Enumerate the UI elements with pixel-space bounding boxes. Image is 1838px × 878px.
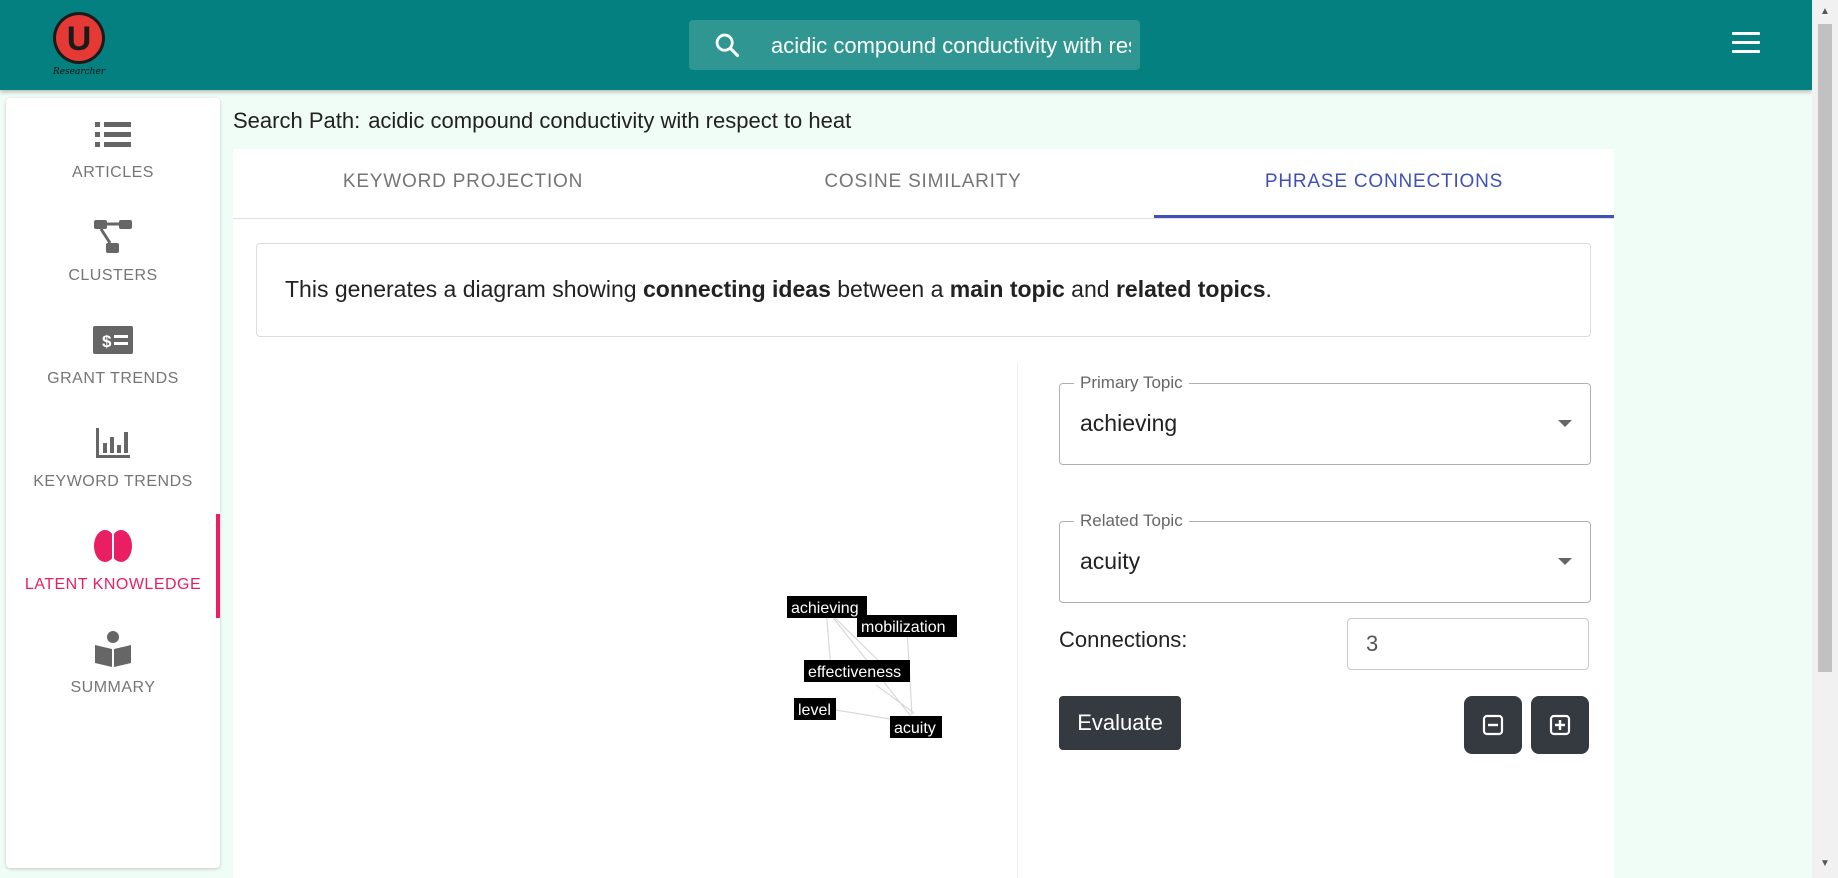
description-text: This generates a diagram showing connect… — [285, 276, 1272, 302]
sidebar-item-label: CLUSTERS — [68, 267, 158, 284]
dropdown-caret-icon[interactable] — [1558, 558, 1572, 565]
svg-text:$: $ — [102, 332, 112, 351]
sidebar-item-label: KEYWORD TRENDS — [33, 473, 193, 490]
connections-input[interactable] — [1347, 618, 1589, 670]
sidebar-nav: ARTICLES CLUSTERS $ GRANT TRENDS KEYWORD… — [6, 98, 220, 868]
active-indicator — [216, 514, 220, 618]
description-card: This generates a diagram showing connect… — [256, 243, 1591, 337]
sidebar-item-label: ARTICLES — [72, 164, 154, 181]
node-effectiveness[interactable]: effectiveness — [808, 664, 901, 681]
diagram-canvas[interactable]: achieving mobilization effectiveness lev… — [256, 363, 1017, 878]
phrase-connection-diagram[interactable]: achieving mobilization effectiveness lev… — [256, 363, 1018, 878]
sidebar-item-grant-trends[interactable]: $ GRANT TRENDS — [6, 304, 220, 400]
evaluate-button[interactable]: Evaluate — [1059, 696, 1181, 750]
sidebar-item-keyword-trends[interactable]: KEYWORD TRENDS — [6, 407, 220, 503]
related-topic-value: acuity — [1080, 548, 1141, 574]
reader-icon — [95, 631, 131, 667]
search-input[interactable] — [769, 20, 1133, 70]
node-mobilization[interactable]: mobilization — [861, 619, 945, 636]
primary-topic-select[interactable]: Primary Topic achieving — [1059, 373, 1591, 465]
connections-label: Connections: — [1059, 627, 1188, 652]
node-achieving[interactable]: achieving — [791, 600, 859, 617]
tab-phrase-connections[interactable]: PHRASE CONNECTIONS — [1154, 149, 1614, 218]
top-app-bar: U Researcher — [0, 0, 1812, 90]
sidebar-item-clusters[interactable]: CLUSTERS — [6, 201, 220, 297]
list-icon — [95, 122, 131, 147]
minus-square-icon — [1482, 714, 1504, 736]
related-topic-select[interactable]: Related Topic acuity — [1059, 511, 1591, 603]
zoom-out-button[interactable] — [1464, 696, 1522, 754]
hierarchy-icon — [94, 220, 132, 253]
zoom-in-button[interactable] — [1531, 696, 1589, 754]
node-level[interactable]: level — [798, 702, 831, 719]
related-topic-label: Related Topic — [1074, 511, 1189, 531]
sidebar-item-articles[interactable]: ARTICLES — [6, 98, 220, 194]
sidebar-item-label: GRANT TRENDS — [47, 370, 179, 387]
app-logo[interactable]: U Researcher — [48, 10, 110, 80]
main-panel: KEYWORD PROJECTION COSINE SIMILARITY PHR… — [233, 149, 1614, 878]
bar-chart-icon — [96, 428, 130, 458]
tab-keyword-projection[interactable]: KEYWORD PROJECTION — [233, 149, 693, 218]
edge — [875, 684, 915, 714]
scroll-up-arrow-icon[interactable]: ▲ — [1820, 6, 1830, 17]
sidebar-item-latent-knowledge[interactable]: LATENT KNOWLEDGE — [6, 510, 220, 618]
logo-emblem: U — [53, 12, 105, 64]
search-bar[interactable] — [689, 20, 1140, 70]
sidebar-item-summary[interactable]: SUMMARY — [6, 613, 220, 709]
scroll-down-arrow-icon[interactable]: ▼ — [1820, 858, 1830, 869]
hamburger-menu-icon[interactable] — [1732, 32, 1760, 56]
sidebar-item-label: SUMMARY — [70, 679, 156, 696]
breadcrumb-label: Search Path: — [233, 108, 361, 133]
breadcrumb: Search Path: acidic compound conductivity… — [233, 108, 851, 134]
tab-bar: KEYWORD PROJECTION COSINE SIMILARITY PHR… — [233, 149, 1614, 219]
sidebar-item-label: LATENT KNOWLEDGE — [24, 576, 202, 593]
tab-cosine-similarity[interactable]: COSINE SIMILARITY — [693, 149, 1153, 218]
plus-square-icon — [1549, 714, 1571, 736]
logo-caption: Researcher — [52, 67, 106, 77]
page-scrollbar[interactable]: ▲ ▼ — [1812, 0, 1838, 878]
search-icon[interactable] — [713, 31, 741, 59]
scrollbar-thumb[interactable] — [1818, 24, 1832, 672]
primary-topic-label: Primary Topic — [1074, 373, 1189, 393]
brain-icon — [94, 530, 132, 562]
money-bill-icon: $ — [93, 326, 133, 354]
breadcrumb-value: acidic compound conductivity with respec… — [368, 108, 852, 133]
logo-letter: U — [67, 20, 92, 58]
primary-topic-value: achieving — [1080, 410, 1178, 436]
node-acuity[interactable]: acuity — [894, 720, 936, 737]
dropdown-caret-icon[interactable] — [1558, 420, 1572, 427]
